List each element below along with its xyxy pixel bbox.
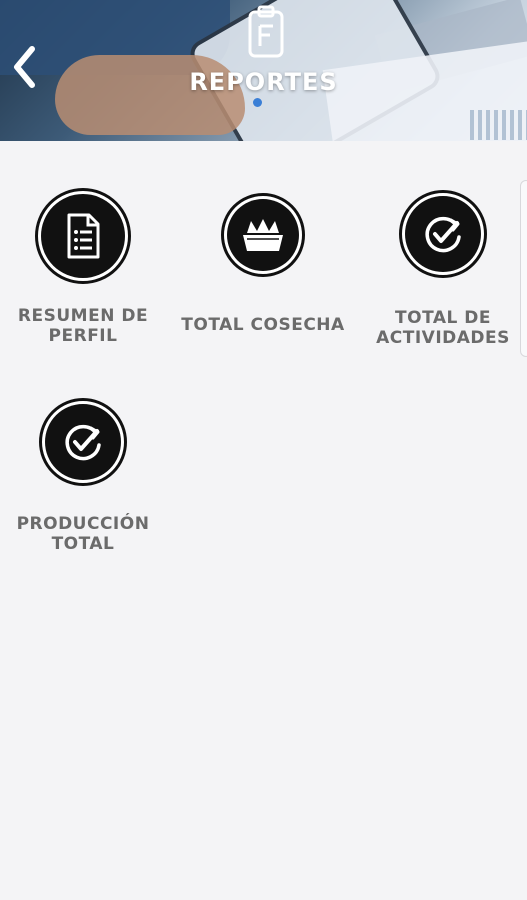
tile-label: TOTAL COSECHA [181,315,345,335]
refresh-check-icon [39,398,127,486]
page-indicator-dot [253,98,262,107]
tile-produccion-total[interactable]: PRODUCCIÓN TOTAL [0,398,171,554]
tile-label: PRODUCCIÓN TOTAL [16,514,150,554]
header-banner: REPORTES [0,0,527,141]
page-title: REPORTES [189,68,338,96]
document-list-icon [35,188,131,284]
refresh-check-icon [399,190,487,278]
tile-total-de-actividades[interactable]: TOTAL DE ACTIVIDADES [355,190,527,348]
clipboard-report-icon [248,5,284,58]
banner-image-bars [470,110,527,140]
tile-total-cosecha[interactable]: TOTAL COSECHA [175,193,351,335]
tile-label: TOTAL DE ACTIVIDADES [376,308,510,348]
tile-resumen-de-perfil[interactable]: RESUMEN DE PERFIL [0,188,171,346]
harvest-basket-icon [221,193,305,277]
tile-label: RESUMEN DE PERFIL [17,306,149,346]
